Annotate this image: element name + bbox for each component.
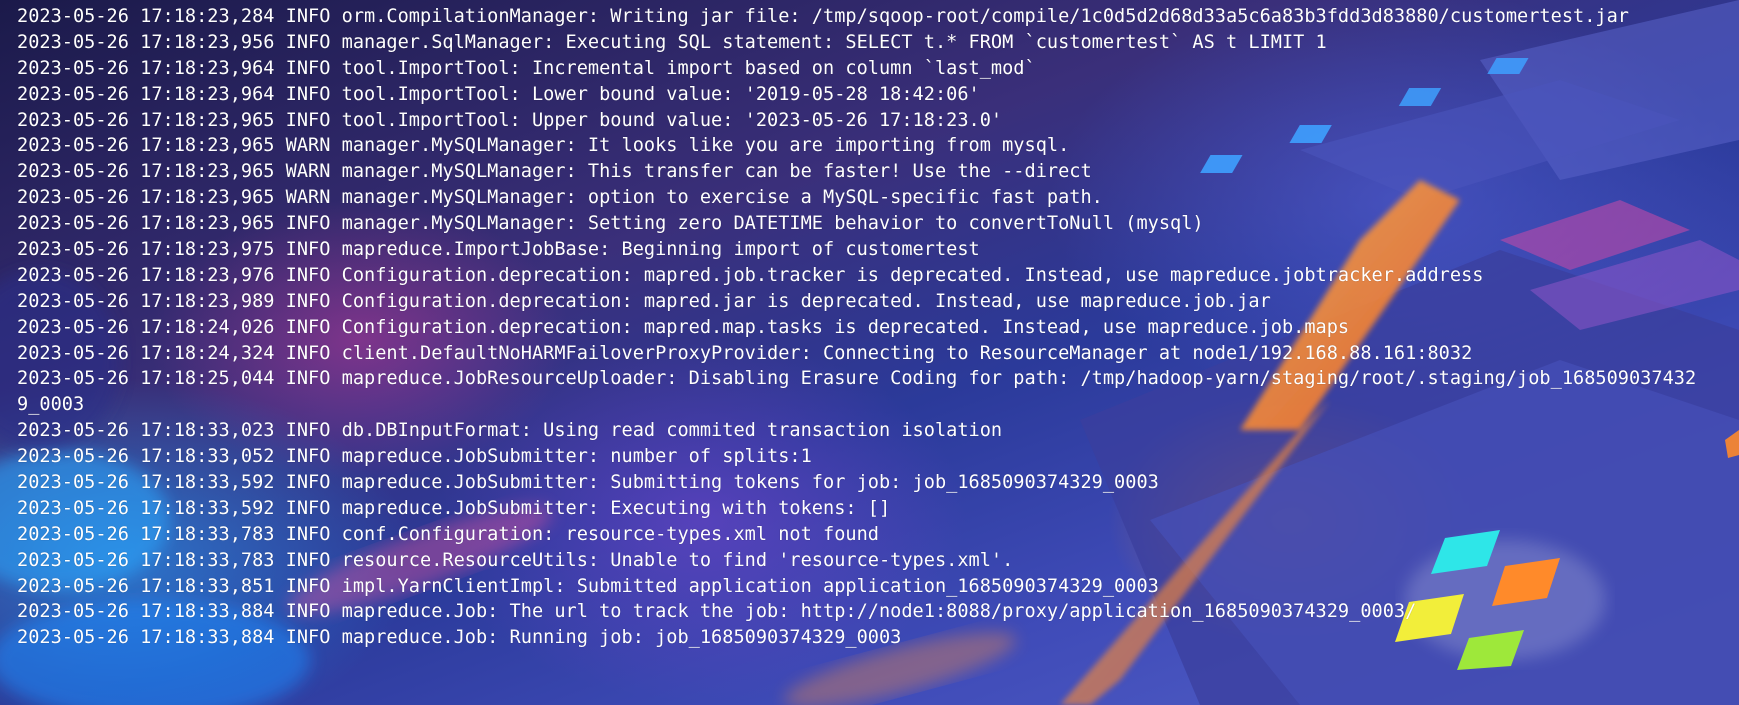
log-line: 2023-05-26 17:18:23,965 INFO tool.Import… [17,109,1003,131]
log-line: 2023-05-26 17:18:23,976 INFO Configurati… [17,264,1484,286]
log-line: 9_0003 [17,394,85,416]
log-line: 2023-05-26 17:18:23,989 INFO Configurati… [17,290,1271,312]
log-line: 2023-05-26 17:18:33,023 INFO db.DBInputF… [17,420,1003,442]
log-line: 2023-05-26 17:18:24,324 INFO client.Defa… [17,342,1473,364]
log-line: 2023-05-26 17:18:23,965 WARN manager.MyS… [17,135,1070,157]
log-line: 2023-05-26 17:18:33,052 INFO mapreduce.J… [17,446,812,468]
log-line: 2023-05-26 17:18:33,592 INFO mapreduce.J… [17,497,891,519]
log-line: 2023-05-26 17:18:23,975 INFO mapreduce.I… [17,239,980,261]
log-line: 2023-05-26 17:18:33,884 INFO mapreduce.J… [17,627,902,649]
log-line: 2023-05-26 17:18:33,783 INFO resource.Re… [17,549,1014,571]
log-line: 2023-05-26 17:18:23,964 INFO tool.Import… [17,83,980,105]
log-line: 2023-05-26 17:18:25,044 INFO mapreduce.J… [17,368,1697,390]
log-line: 2023-05-26 17:18:33,851 INFO impl.YarnCl… [17,575,1159,597]
log-line: 2023-05-26 17:18:33,884 INFO mapreduce.J… [17,601,1417,623]
log-line: 2023-05-26 17:18:23,965 WARN manager.MyS… [17,187,1103,209]
log-line: 2023-05-26 17:18:24,026 INFO Configurati… [17,316,1350,338]
log-line: 2023-05-26 17:18:23,965 WARN manager.MyS… [17,161,1092,183]
log-line: 2023-05-26 17:18:33,783 INFO conf.Config… [17,523,879,545]
terminal-output[interactable]: 2023-05-26 17:18:23,284 INFO orm.Compila… [17,4,1739,705]
log-line: 2023-05-26 17:18:23,964 INFO tool.Import… [17,57,1036,79]
log-line: 2023-05-26 17:18:23,965 INFO manager.MyS… [17,213,1204,235]
log-line: 2023-05-26 17:18:23,284 INFO orm.Compila… [17,6,1629,27]
log-line: 2023-05-26 17:18:23,956 INFO manager.Sql… [17,31,1327,53]
log-line: 2023-05-26 17:18:33,592 INFO mapreduce.J… [17,472,1159,494]
